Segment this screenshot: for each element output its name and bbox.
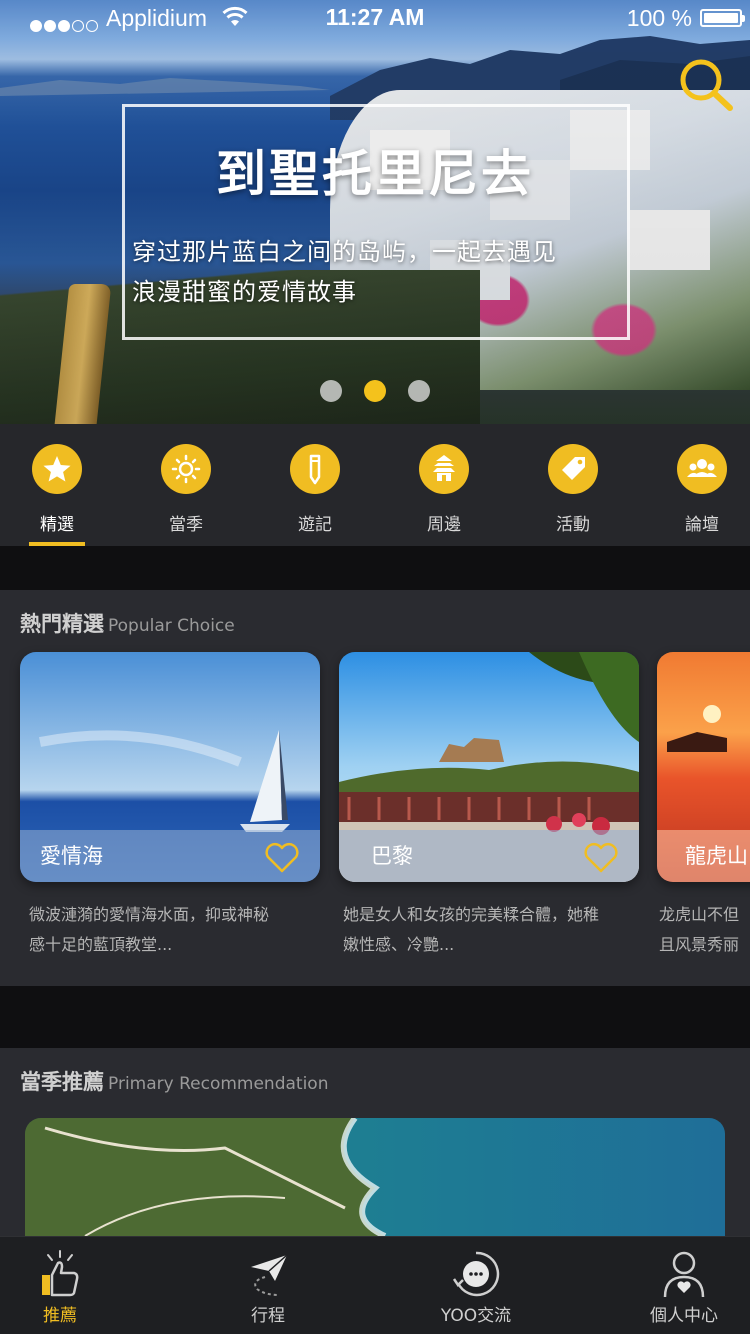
popular-title-en: Popular Choice (108, 616, 235, 636)
pager-dot-3[interactable] (408, 380, 430, 402)
seasonal-section-title: 當季推薦 Primary Recommendation (20, 1066, 328, 1096)
paper-plane-icon (251, 1254, 288, 1296)
hero-subtitle-line1: 穿过那片蓝白之间的岛屿，一起去遇见 (132, 238, 557, 266)
category-featured[interactable]: 精選 (2, 444, 112, 535)
battery-icon (700, 9, 745, 27)
status-bar: Applidium 11:27 AM 100 % (0, 0, 750, 36)
popular-section-title: 熱門精選 Popular Choice (20, 608, 235, 638)
tag-icon (548, 444, 598, 494)
tab-label: 個人中心 (650, 1306, 718, 1326)
category-bar: 精選 當季 遊記 周邊 活動 論壇 (0, 424, 750, 546)
popular-title-cn: 熱門精選 (20, 612, 104, 636)
card-title: 巴黎 (371, 844, 413, 868)
hero-title: 到聖托里尼去 (216, 145, 534, 203)
category-label: 遊記 (298, 515, 332, 535)
hero-pager (0, 380, 750, 404)
pager-dot-2[interactable] (364, 380, 386, 402)
seasonal-title-cn: 當季推薦 (20, 1070, 104, 1094)
chat-bubble-icon (452, 1251, 500, 1297)
tab-yoo-chat[interactable]: YOO交流 (416, 1237, 536, 1334)
hero-banner[interactable]: Applidium 11:27 AM 100 % 到聖托里尼去 穿过那片蓝白之间… (0, 0, 750, 424)
popular-card-aegean[interactable]: 愛情海 (20, 652, 320, 882)
heart-icon[interactable] (583, 842, 619, 874)
tab-recommend[interactable]: 推薦 (0, 1237, 120, 1334)
popular-card-paris[interactable]: 巴黎 (339, 652, 639, 882)
seasonal-title-en: Primary Recommendation (108, 1074, 329, 1094)
section-divider (0, 986, 750, 1048)
category-label: 周邊 (427, 515, 461, 535)
card-title: 愛情海 (40, 844, 103, 868)
battery-percentage: 100 % (626, 5, 692, 31)
user-icon (663, 1251, 705, 1298)
category-events[interactable]: 活動 (518, 444, 628, 535)
search-button[interactable] (676, 56, 734, 114)
sun-icon (161, 444, 211, 494)
card-description: 她是女人和女孩的完美糅合體，她稚 嫩性感、冷艷... (343, 905, 600, 954)
search-icon (680, 59, 733, 111)
star-icon (32, 444, 82, 494)
tab-label: YOO交流 (440, 1306, 512, 1326)
screen: Applidium 11:27 AM 100 % 到聖托里尼去 穿过那片蓝白之间… (0, 0, 750, 1334)
category-forum[interactable]: 論壇 (647, 444, 750, 535)
heart-icon[interactable] (264, 842, 300, 874)
category-label: 精選 (40, 515, 74, 535)
bottom-tab-bar: 推薦 行程 YOO交流 個人中心 (0, 1236, 750, 1334)
card-description: 微波漣漪的愛情海水面，抑或神秘 感十足的藍頂教堂... (29, 905, 270, 954)
popular-card-longhu[interactable]: 龍虎山 (657, 652, 750, 882)
category-travelogue[interactable]: 遊記 (260, 444, 370, 535)
category-label: 論壇 (685, 515, 719, 535)
card-image (25, 1118, 725, 1236)
thumbs-up-icon (42, 1250, 79, 1297)
pager-dot-1[interactable] (320, 380, 342, 402)
tab-label: 行程 (251, 1306, 285, 1326)
hero-subtitle-line2: 浪漫甜蜜的爱情故事 (132, 278, 357, 306)
card-description: 龙虎山不但 且风景秀丽 (659, 905, 740, 954)
pagoda-icon (419, 444, 469, 494)
tab-profile[interactable]: 個人中心 (624, 1237, 744, 1334)
pencil-icon (290, 444, 340, 494)
people-icon (677, 444, 727, 494)
section-divider (0, 546, 750, 590)
tab-label: 推薦 (43, 1306, 77, 1326)
category-season[interactable]: 當季 (131, 444, 241, 535)
category-label: 當季 (169, 515, 203, 535)
card-title: 龍虎山 (685, 844, 748, 868)
category-label: 活動 (556, 515, 590, 535)
seasonal-card[interactable] (25, 1118, 725, 1236)
tab-itinerary[interactable]: 行程 (208, 1237, 328, 1334)
category-nearby[interactable]: 周邊 (389, 444, 499, 535)
